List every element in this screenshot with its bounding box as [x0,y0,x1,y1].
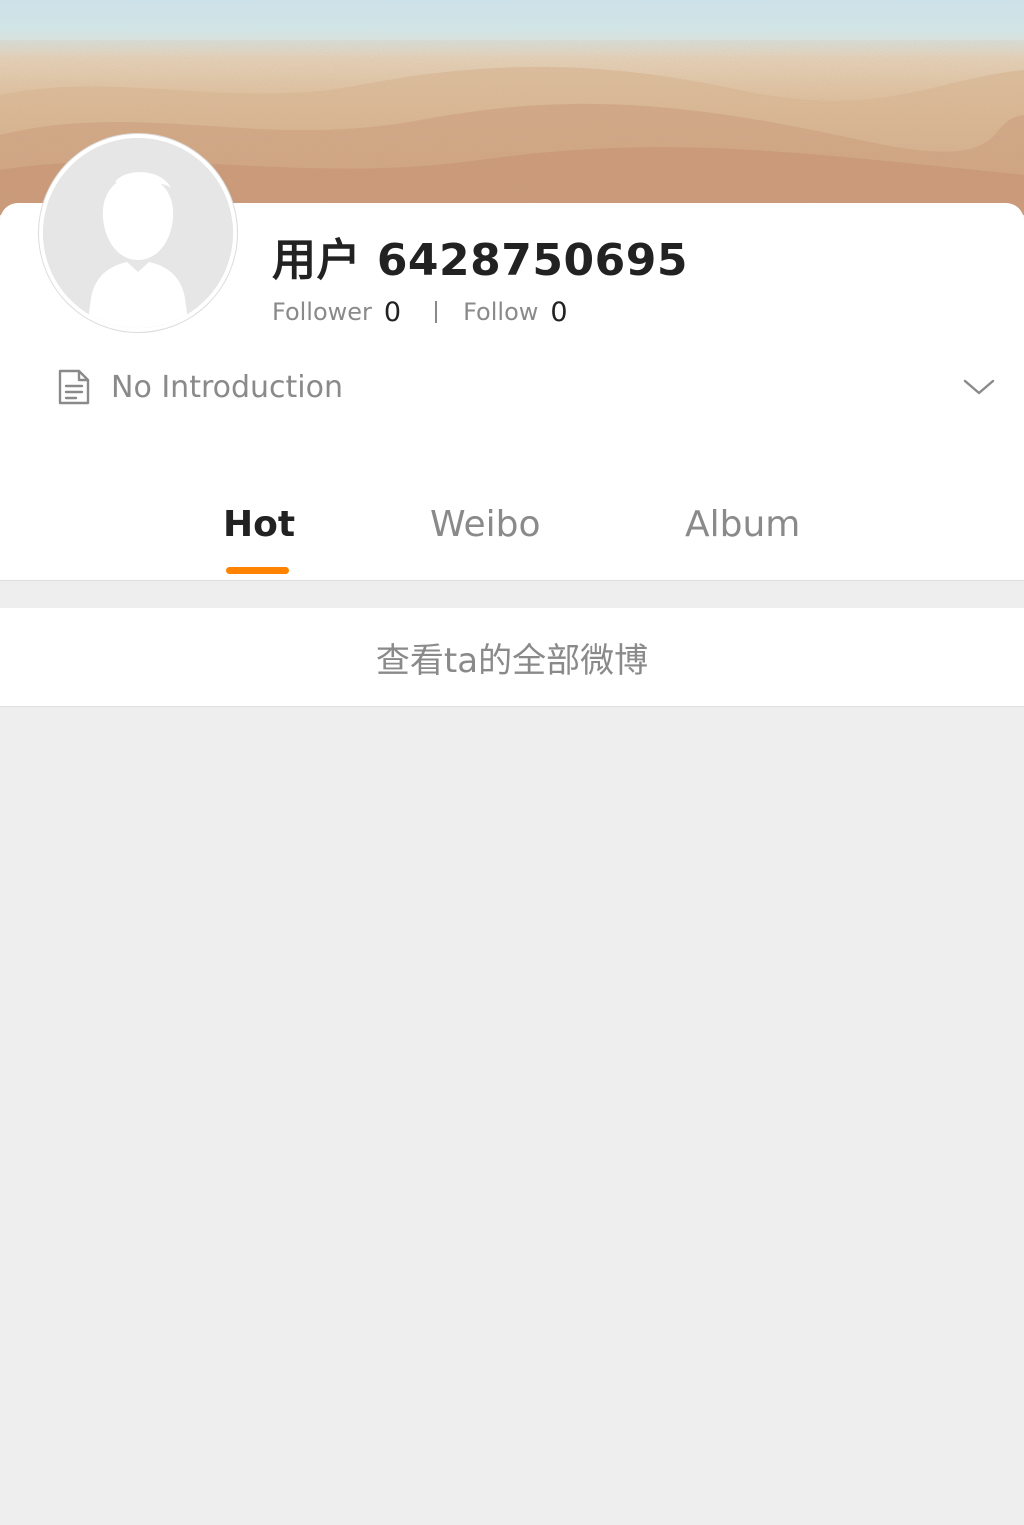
active-tab-indicator [226,567,289,574]
introduction-row[interactable]: No Introduction [56,366,996,408]
tab-hot-label: Hot [223,504,296,545]
introduction-text: No Introduction [111,369,344,405]
profile-tabs: Hot Weibo Album [0,490,1024,580]
follow-count[interactable]: 0 [550,297,567,328]
username: 用户 6428750695 [272,235,688,286]
tab-weibo[interactable]: Weibo [430,490,550,580]
profile-page: 用户 6428750695 Follower 0 Follow 0 No Int… [0,0,1024,1525]
tab-album-label: Album [685,504,801,545]
follow-stats: Follower 0 Follow 0 [272,292,568,332]
avatar[interactable] [39,134,237,332]
tabs-divider [0,580,1024,581]
follower-count[interactable]: 0 [384,297,401,328]
tab-album[interactable]: Album [685,490,805,580]
default-avatar-icon [43,138,233,328]
stats-divider [435,301,438,323]
tab-weibo-label: Weibo [430,504,541,545]
tab-hot[interactable]: Hot [223,490,296,580]
chevron-down-icon[interactable] [962,377,996,397]
view-all-weibo-button[interactable]: 查看ta的全部微博 [0,608,1024,707]
follow-label[interactable]: Follow [463,298,538,326]
document-icon [58,369,90,405]
follower-label[interactable]: Follower [272,298,372,326]
